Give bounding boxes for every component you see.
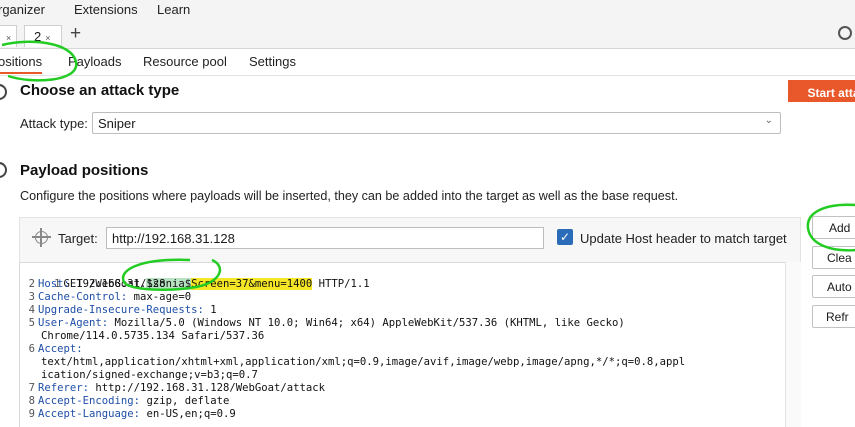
request-line: 9 Accept-Language: en-US,en;q=0.9 — [20, 408, 800, 421]
close-icon[interactable]: × — [6, 33, 11, 43]
request-line: 5 User-Agent: Mozilla/5.0 (Windows NT 10.… — [20, 317, 800, 330]
request-line: Chrome/114.0.5735.134 Safari/537.36 — [20, 330, 800, 343]
tab-settings[interactable]: Settings — [249, 54, 296, 69]
update-host-checkbox[interactable]: ✓ — [557, 229, 573, 245]
request-line: 6 Accept: — [20, 343, 800, 356]
attack-type-value: Sniper — [98, 116, 136, 131]
header-name: Upgrade-Insecure-Requests: — [38, 304, 204, 316]
header-name: User-Agent: — [38, 317, 109, 329]
request-line: 2 Host: 192.168.31.128 — [20, 278, 800, 291]
request-line: text/html,application/xhtml+xml,applicat… — [20, 356, 800, 369]
request-editor[interactable]: 1 GET /WebGoat/$sonia$Screen=37&menu=1400… — [19, 262, 801, 427]
intruder-tab-row: × 2 × — [0, 20, 855, 49]
line-number: 5 — [28, 317, 35, 329]
header-value: gzip, deflate — [140, 395, 230, 407]
header-value: http://192.168.31.128/WebGoat/attack — [89, 382, 326, 394]
target-label: Target: — [58, 231, 98, 246]
line-number: 9 — [28, 408, 35, 420]
request-line: 4 Upgrade-Insecure-Requests: 1 — [20, 304, 800, 317]
editor-scrollbar[interactable] — [785, 262, 801, 427]
request-line-1: 1 GET /WebGoat/$sonia$Screen=37&menu=1400… — [20, 265, 800, 290]
intruder-tab-2[interactable]: 2 × — [24, 25, 62, 47]
header-value: 1 — [203, 304, 217, 316]
request-line: 8 Accept-Encoding: gzip, deflate — [20, 395, 800, 408]
update-host-label: Update Host header to match target — [580, 231, 787, 246]
header-value: ication/signed-exchange;v=b3;q=0.7 — [41, 369, 258, 381]
attack-type-select[interactable]: Sniper ⌄ — [92, 112, 781, 134]
crosshair-icon — [32, 228, 51, 247]
line-number: 6 — [28, 343, 35, 355]
search-icon[interactable] — [838, 26, 852, 40]
header-value: max-age=0 — [127, 291, 192, 303]
line-number: 8 — [28, 395, 35, 407]
header-name: Host: — [38, 278, 70, 290]
header-value: Mozilla/5.0 (Windows NT 10.0; Win64; x64… — [108, 317, 625, 329]
add-marker-button[interactable]: Add — [812, 216, 855, 239]
header-name: Accept: — [38, 343, 83, 355]
header-value: en-US,en;q=0.9 — [140, 408, 236, 420]
intruder-tab-1[interactable]: × — [0, 25, 17, 47]
line-number: 3 — [28, 291, 35, 303]
tab-positions[interactable]: ositions — [0, 54, 43, 74]
close-icon[interactable]: × — [45, 33, 50, 43]
request-line: ication/signed-exchange;v=b3;q=0.7 — [20, 369, 800, 382]
header-value: 192.168.31.128 — [69, 278, 166, 290]
help-icon[interactable] — [0, 162, 7, 178]
help-icon[interactable] — [0, 84, 7, 100]
attack-type-label: Attack type: — [20, 116, 88, 131]
auto-marker-button[interactable]: Auto — [812, 275, 855, 298]
menu-item-extensions[interactable]: Extensions — [74, 2, 138, 17]
tab-resource-pool[interactable]: Resource pool — [143, 54, 227, 69]
header-value: text/html,application/xhtml+xml,applicat… — [41, 356, 686, 368]
payload-positions-heading: Payload positions — [20, 162, 149, 179]
request-line: 3 Cache-Control: max-age=0 — [20, 291, 800, 304]
menu-bar: rganizer Extensions Learn — [0, 0, 855, 20]
menu-item-organizer[interactable]: rganizer — [0, 2, 45, 17]
header-name: Accept-Encoding: — [38, 395, 141, 407]
payload-positions-description: Configure the positions where payloads w… — [20, 189, 679, 203]
header-name: Cache-Control: — [38, 291, 128, 303]
tab-label: 2 — [34, 29, 42, 44]
new-tab-icon[interactable]: + — [70, 24, 81, 43]
menu-item-learn[interactable]: Learn — [157, 2, 190, 17]
header-name: Referer: — [38, 382, 90, 394]
header-name: Accept-Language: — [38, 408, 141, 420]
line-number: 2 — [28, 278, 35, 290]
start-attack-button[interactable]: Start atta — [788, 80, 855, 102]
request-line: 7 Referer: http://192.168.31.128/WebGoat/… — [20, 382, 800, 395]
line-number: 4 — [28, 304, 35, 316]
attack-type-heading: Choose an attack type — [20, 82, 180, 99]
header-value: Chrome/114.0.5735.134 Safari/537.36 — [41, 330, 265, 342]
sub-tab-bar: ositions Payloads Resource pool Settings — [0, 49, 855, 76]
refresh-button[interactable]: Refr — [812, 305, 855, 328]
line-number: 7 — [28, 382, 35, 394]
chevron-down-icon: ⌄ — [764, 115, 773, 126]
target-input[interactable]: http://192.168.31.128 — [106, 227, 544, 249]
clear-markers-button[interactable]: Clea — [812, 246, 855, 269]
tab-payloads[interactable]: Payloads — [68, 54, 121, 69]
